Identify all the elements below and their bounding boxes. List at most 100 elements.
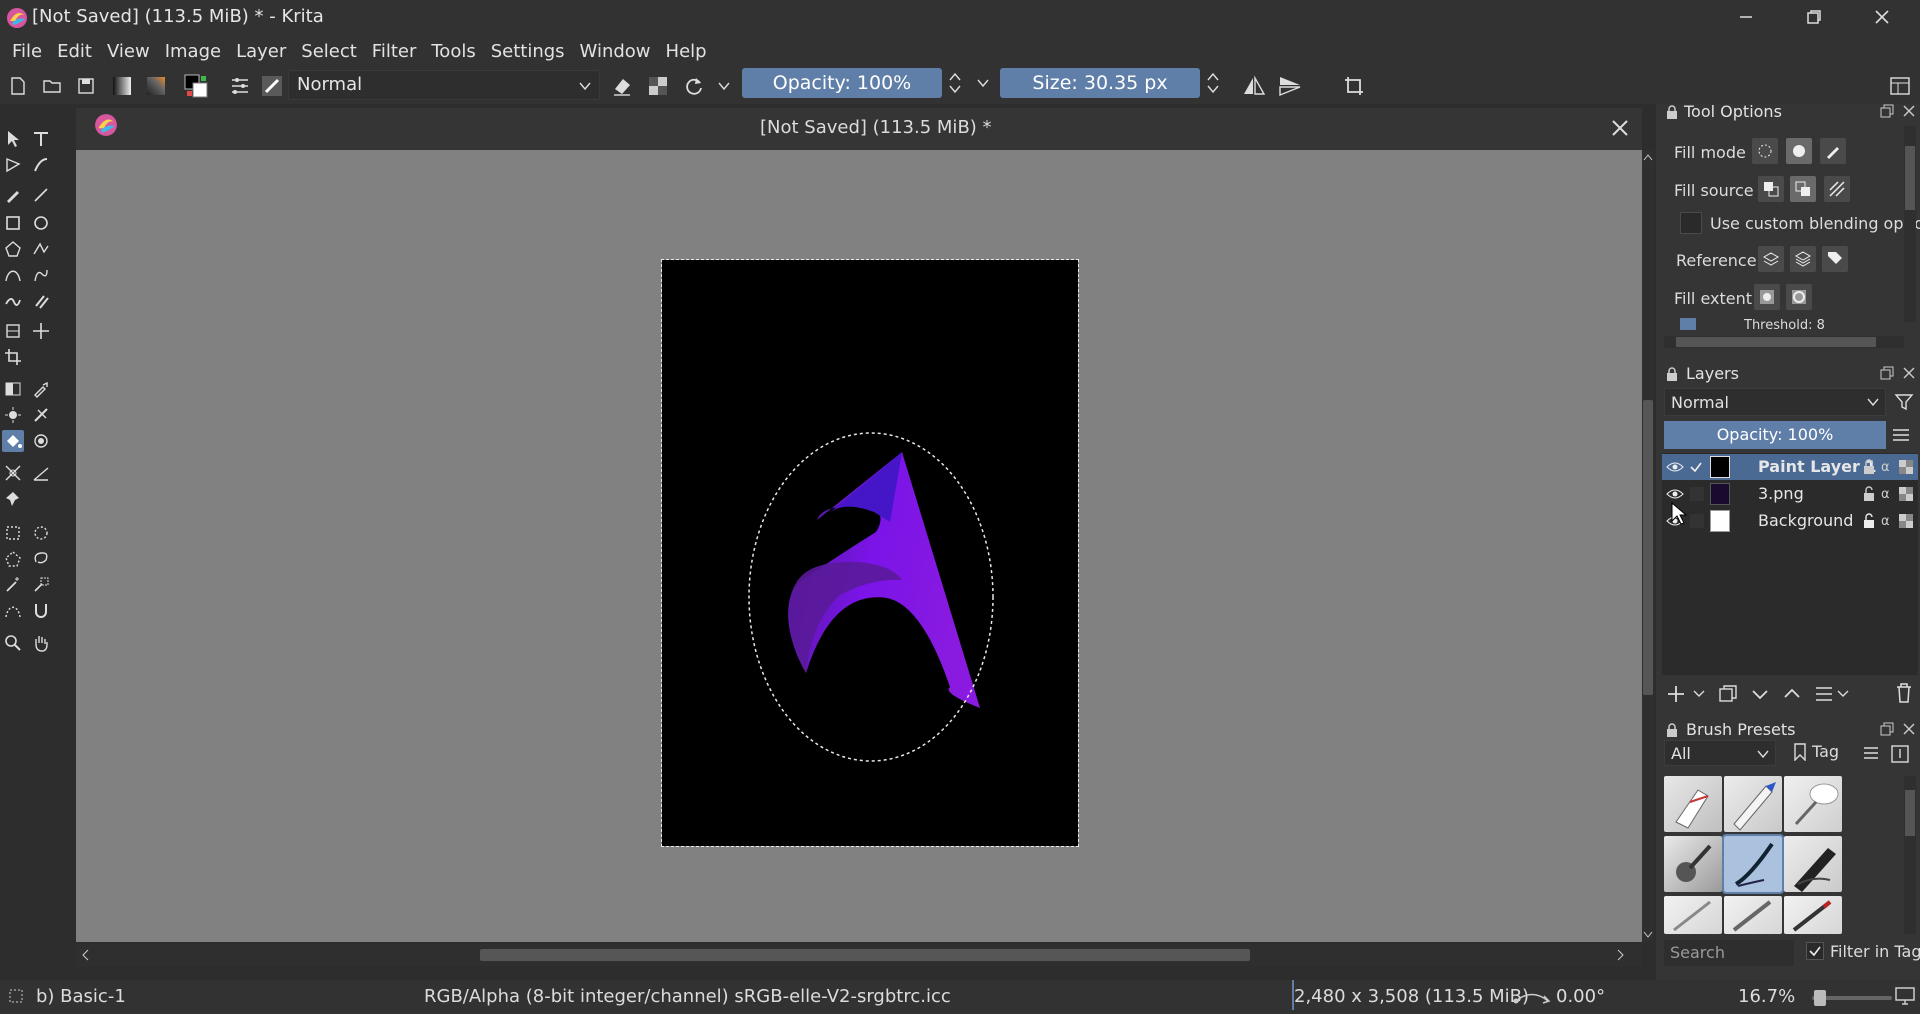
opacity-dropdown-button[interactable] <box>974 68 992 98</box>
scroll-right-arrow-icon[interactable] <box>1616 948 1626 962</box>
canvas-document[interactable] <box>661 259 1079 847</box>
layer-checkbox-checked-icon[interactable] <box>1688 459 1704 475</box>
layer-inherit-alpha-icon[interactable] <box>1898 513 1914 529</box>
calligraphy-tool[interactable] <box>30 154 52 176</box>
status-brush-name[interactable]: b) Basic-1 <box>36 980 126 1014</box>
menu-window[interactable]: Window <box>580 41 651 62</box>
blend-mode-select[interactable]: Normal <box>288 70 600 100</box>
mirror-vertical-button[interactable] <box>1276 72 1304 100</box>
close-docker-icon[interactable] <box>1902 722 1916 736</box>
pan-tool[interactable] <box>30 632 52 654</box>
brush-tag-filter-select[interactable]: All <box>1664 740 1776 766</box>
open-document-button[interactable] <box>38 72 66 100</box>
layer-name[interactable]: Background <box>1758 511 1853 530</box>
layer-menu-button[interactable] <box>1890 424 1912 446</box>
layer-alpha-icon[interactable]: α <box>1880 486 1894 502</box>
menu-view[interactable]: View <box>107 41 150 62</box>
horizontal-scroll-thumb[interactable] <box>480 949 1250 961</box>
float-docker-icon[interactable] <box>1880 722 1894 736</box>
text-tool[interactable] <box>30 128 52 150</box>
tag-button[interactable]: Tag <box>1792 742 1839 761</box>
visibility-eye-icon[interactable] <box>1666 486 1684 502</box>
fill-fg-color-button[interactable] <box>1758 176 1784 202</box>
wrap-around-button[interactable] <box>1340 72 1368 100</box>
fill-bg-color-button[interactable] <box>1790 176 1816 202</box>
layer-alpha-icon[interactable]: α <box>1880 513 1894 529</box>
float-docker-icon[interactable] <box>1880 366 1894 380</box>
layer-opacity-slider[interactable]: Opacity: 100% <box>1664 421 1886 449</box>
layer-name[interactable]: Paint Layer 1 <box>1758 457 1877 476</box>
layer-lock-icon[interactable] <box>1862 459 1876 475</box>
opacity-slider[interactable]: Opacity: 100% <box>742 68 942 98</box>
fill-contiguous-button[interactable] <box>1752 138 1778 164</box>
rectangle-tool[interactable] <box>2 212 24 234</box>
preserve-alpha-button[interactable] <box>644 72 672 100</box>
brush-settings-button[interactable] <box>226 72 254 100</box>
brush-preset-ink-pen-selected[interactable] <box>1722 834 1784 894</box>
multibrush-tool[interactable] <box>30 290 52 312</box>
zoom-slider-handle[interactable] <box>1814 990 1826 1006</box>
scroll-down-arrow-icon[interactable] <box>1642 930 1654 940</box>
brush-preset-airbrush[interactable] <box>1784 776 1842 832</box>
status-rotation[interactable]: 0.00° <box>1556 980 1605 1014</box>
brush-preset-marker-black[interactable] <box>1784 836 1842 892</box>
ellipse-tool[interactable] <box>30 212 52 234</box>
elliptical-selection-tool[interactable] <box>30 522 52 544</box>
freehand-selection-tool[interactable] <box>30 548 52 570</box>
brush-size-slider[interactable]: Size: 30.35 px <box>1000 68 1200 98</box>
contiguous-selection-tool[interactable] <box>2 574 24 596</box>
transform-tool[interactable] <box>2 320 24 342</box>
fill-selection-button[interactable] <box>1820 138 1846 164</box>
fill-similar-button[interactable] <box>1786 138 1812 164</box>
menu-filter[interactable]: Filter <box>372 41 417 62</box>
filter-in-tag-checkbox[interactable] <box>1806 942 1824 960</box>
layer-name[interactable]: 3.png <box>1758 484 1804 503</box>
menu-select[interactable]: Select <box>301 41 357 62</box>
layer-inherit-alpha-icon[interactable] <box>1898 459 1914 475</box>
fill-extent-similar-button[interactable] <box>1754 284 1780 310</box>
brush-preset-eraser-hard[interactable] <box>1664 776 1722 832</box>
custom-blending-checkbox[interactable] <box>1680 212 1702 234</box>
preset-storage-button[interactable] <box>1890 744 1910 764</box>
reference-current-layer-button[interactable] <box>1758 246 1784 272</box>
preset-list-view-button[interactable] <box>1862 744 1880 762</box>
menu-file[interactable]: File <box>12 41 42 62</box>
brush-preset-pencil-grey[interactable] <box>1724 896 1782 934</box>
color-picker-tool[interactable] <box>30 378 52 400</box>
gradient-tool[interactable] <box>2 378 24 400</box>
menu-image[interactable]: Image <box>165 41 221 62</box>
layer-inherit-alpha-icon[interactable] <box>1898 486 1914 502</box>
brush-preset-pencil-blue[interactable] <box>1724 776 1782 832</box>
brush-preset-pen-red[interactable] <box>1784 896 1842 934</box>
line-tool[interactable] <box>30 184 52 206</box>
bezier-selection-tool[interactable] <box>2 600 24 622</box>
dynamic-brush-tool[interactable] <box>2 290 24 312</box>
brush-presets-scroll-thumb[interactable] <box>1905 790 1915 836</box>
edit-shapes-tool[interactable] <box>2 154 24 176</box>
menu-layer[interactable]: Layer <box>236 41 286 62</box>
duplicate-layer-button[interactable] <box>1718 684 1738 704</box>
add-layer-button[interactable] <box>1666 684 1706 704</box>
brush-preset-pencil-light[interactable] <box>1664 896 1722 934</box>
vertical-scroll-thumb[interactable] <box>1643 400 1653 695</box>
layer-blend-mode-select[interactable]: Normal <box>1664 388 1886 416</box>
restore-button[interactable] <box>1784 0 1844 34</box>
brush-preset-blender[interactable] <box>1664 836 1722 892</box>
layer-properties-button[interactable] <box>1814 684 1850 704</box>
brush-preset-button[interactable] <box>258 72 286 100</box>
layer-lock-icon[interactable] <box>1862 486 1876 502</box>
crop-tool[interactable] <box>2 346 24 368</box>
measure-tool[interactable] <box>30 462 52 484</box>
delete-layer-button[interactable] <box>1894 682 1914 704</box>
opacity-spin-buttons[interactable] <box>946 68 964 98</box>
layer-checkbox-empty[interactable] <box>1690 487 1704 501</box>
freehand-brush-tool[interactable] <box>2 184 24 206</box>
threshold-slider-fill[interactable] <box>1680 318 1696 330</box>
reference-all-layers-button[interactable] <box>1790 246 1816 272</box>
reload-dropdown-button[interactable] <box>710 72 738 100</box>
gradient-button[interactable] <box>108 72 136 100</box>
polygon-tool[interactable] <box>2 238 24 260</box>
move-layer-down-button[interactable] <box>1750 684 1770 704</box>
enclose-fill-tool[interactable] <box>30 430 52 452</box>
freehand-path-tool[interactable] <box>30 264 52 286</box>
